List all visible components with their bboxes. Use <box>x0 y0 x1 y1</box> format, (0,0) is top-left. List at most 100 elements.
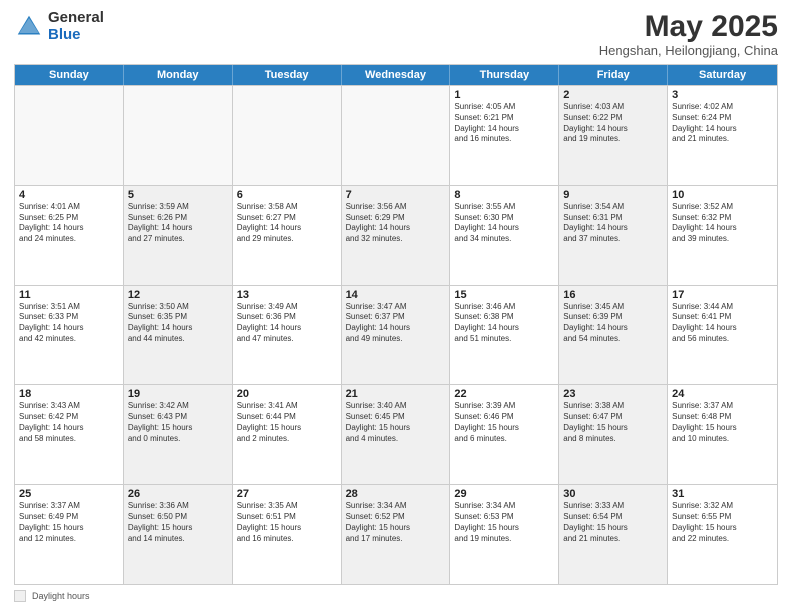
header-day-monday: Monday <box>124 65 233 85</box>
calendar-cell-day-28: 28Sunrise: 3:34 AM Sunset: 6:52 PM Dayli… <box>342 485 451 584</box>
calendar-cell-day-7: 7Sunrise: 3:56 AM Sunset: 6:29 PM Daylig… <box>342 186 451 285</box>
day-number: 28 <box>346 488 446 500</box>
day-number: 3 <box>672 89 773 101</box>
cell-text: Sunrise: 4:05 AM Sunset: 6:21 PM Dayligh… <box>454 102 554 145</box>
calendar-row-3: 18Sunrise: 3:43 AM Sunset: 6:42 PM Dayli… <box>15 384 777 484</box>
cell-text: Sunrise: 3:36 AM Sunset: 6:50 PM Dayligh… <box>128 501 228 544</box>
day-number: 15 <box>454 289 554 301</box>
calendar-cell-day-1: 1Sunrise: 4:05 AM Sunset: 6:21 PM Daylig… <box>450 86 559 185</box>
calendar-cell-day-18: 18Sunrise: 3:43 AM Sunset: 6:42 PM Dayli… <box>15 385 124 484</box>
header-day-saturday: Saturday <box>668 65 777 85</box>
day-number: 13 <box>237 289 337 301</box>
daylight-box <box>14 590 26 602</box>
calendar-cell-empty <box>342 86 451 185</box>
day-number: 5 <box>128 189 228 201</box>
cell-text: Sunrise: 3:32 AM Sunset: 6:55 PM Dayligh… <box>672 501 773 544</box>
day-number: 8 <box>454 189 554 201</box>
calendar-cell-day-23: 23Sunrise: 3:38 AM Sunset: 6:47 PM Dayli… <box>559 385 668 484</box>
header-day-tuesday: Tuesday <box>233 65 342 85</box>
cell-text: Sunrise: 3:35 AM Sunset: 6:51 PM Dayligh… <box>237 501 337 544</box>
cell-text: Sunrise: 3:33 AM Sunset: 6:54 PM Dayligh… <box>563 501 663 544</box>
calendar-cell-day-26: 26Sunrise: 3:36 AM Sunset: 6:50 PM Dayli… <box>124 485 233 584</box>
cell-text: Sunrise: 3:58 AM Sunset: 6:27 PM Dayligh… <box>237 202 337 245</box>
cell-text: Sunrise: 3:34 AM Sunset: 6:53 PM Dayligh… <box>454 501 554 544</box>
cell-text: Sunrise: 3:37 AM Sunset: 6:49 PM Dayligh… <box>19 501 119 544</box>
day-number: 17 <box>672 289 773 301</box>
calendar-cell-empty <box>124 86 233 185</box>
cell-text: Sunrise: 3:56 AM Sunset: 6:29 PM Dayligh… <box>346 202 446 245</box>
footer: Daylight hours <box>14 590 778 602</box>
logo-blue: Blue <box>48 27 104 44</box>
calendar-cell-day-6: 6Sunrise: 3:58 AM Sunset: 6:27 PM Daylig… <box>233 186 342 285</box>
day-number: 20 <box>237 388 337 400</box>
day-number: 6 <box>237 189 337 201</box>
calendar-cell-day-25: 25Sunrise: 3:37 AM Sunset: 6:49 PM Dayli… <box>15 485 124 584</box>
day-number: 12 <box>128 289 228 301</box>
cell-text: Sunrise: 3:47 AM Sunset: 6:37 PM Dayligh… <box>346 302 446 345</box>
header-day-thursday: Thursday <box>450 65 559 85</box>
logo: General Blue <box>14 10 104 43</box>
cell-text: Sunrise: 3:43 AM Sunset: 6:42 PM Dayligh… <box>19 401 119 444</box>
calendar-body: 1Sunrise: 4:05 AM Sunset: 6:21 PM Daylig… <box>15 85 777 584</box>
cell-text: Sunrise: 3:54 AM Sunset: 6:31 PM Dayligh… <box>563 202 663 245</box>
calendar-cell-day-2: 2Sunrise: 4:03 AM Sunset: 6:22 PM Daylig… <box>559 86 668 185</box>
calendar-cell-day-20: 20Sunrise: 3:41 AM Sunset: 6:44 PM Dayli… <box>233 385 342 484</box>
calendar-cell-day-19: 19Sunrise: 3:42 AM Sunset: 6:43 PM Dayli… <box>124 385 233 484</box>
calendar-row-0: 1Sunrise: 4:05 AM Sunset: 6:21 PM Daylig… <box>15 85 777 185</box>
day-number: 24 <box>672 388 773 400</box>
day-number: 30 <box>563 488 663 500</box>
header-day-wednesday: Wednesday <box>342 65 451 85</box>
day-number: 19 <box>128 388 228 400</box>
calendar-cell-day-12: 12Sunrise: 3:50 AM Sunset: 6:35 PM Dayli… <box>124 286 233 385</box>
calendar-row-4: 25Sunrise: 3:37 AM Sunset: 6:49 PM Dayli… <box>15 484 777 584</box>
cell-text: Sunrise: 4:02 AM Sunset: 6:24 PM Dayligh… <box>672 102 773 145</box>
calendar-header: SundayMondayTuesdayWednesdayThursdayFrid… <box>15 65 777 85</box>
header-day-friday: Friday <box>559 65 668 85</box>
calendar-row-2: 11Sunrise: 3:51 AM Sunset: 6:33 PM Dayli… <box>15 285 777 385</box>
day-number: 7 <box>346 189 446 201</box>
header-day-sunday: Sunday <box>15 65 124 85</box>
cell-text: Sunrise: 3:46 AM Sunset: 6:38 PM Dayligh… <box>454 302 554 345</box>
calendar-cell-day-21: 21Sunrise: 3:40 AM Sunset: 6:45 PM Dayli… <box>342 385 451 484</box>
calendar-cell-empty <box>15 86 124 185</box>
calendar-cell-day-11: 11Sunrise: 3:51 AM Sunset: 6:33 PM Dayli… <box>15 286 124 385</box>
calendar-cell-day-29: 29Sunrise: 3:34 AM Sunset: 6:53 PM Dayli… <box>450 485 559 584</box>
day-number: 16 <box>563 289 663 301</box>
title-block: May 2025 Hengshan, Heilongjiang, China <box>599 10 778 58</box>
cell-text: Sunrise: 3:59 AM Sunset: 6:26 PM Dayligh… <box>128 202 228 245</box>
cell-text: Sunrise: 3:40 AM Sunset: 6:45 PM Dayligh… <box>346 401 446 444</box>
daylight-label: Daylight hours <box>32 591 90 601</box>
cell-text: Sunrise: 3:50 AM Sunset: 6:35 PM Dayligh… <box>128 302 228 345</box>
calendar-cell-day-10: 10Sunrise: 3:52 AM Sunset: 6:32 PM Dayli… <box>668 186 777 285</box>
cell-text: Sunrise: 4:03 AM Sunset: 6:22 PM Dayligh… <box>563 102 663 145</box>
calendar-cell-empty <box>233 86 342 185</box>
cell-text: Sunrise: 4:01 AM Sunset: 6:25 PM Dayligh… <box>19 202 119 245</box>
cell-text: Sunrise: 3:51 AM Sunset: 6:33 PM Dayligh… <box>19 302 119 345</box>
day-number: 22 <box>454 388 554 400</box>
day-number: 25 <box>19 488 119 500</box>
calendar-cell-day-4: 4Sunrise: 4:01 AM Sunset: 6:25 PM Daylig… <box>15 186 124 285</box>
calendar-cell-day-31: 31Sunrise: 3:32 AM Sunset: 6:55 PM Dayli… <box>668 485 777 584</box>
day-number: 10 <box>672 189 773 201</box>
cell-text: Sunrise: 3:37 AM Sunset: 6:48 PM Dayligh… <box>672 401 773 444</box>
cell-text: Sunrise: 3:55 AM Sunset: 6:30 PM Dayligh… <box>454 202 554 245</box>
calendar-cell-day-8: 8Sunrise: 3:55 AM Sunset: 6:30 PM Daylig… <box>450 186 559 285</box>
day-number: 2 <box>563 89 663 101</box>
day-number: 1 <box>454 89 554 101</box>
logo-text: General Blue <box>48 10 104 43</box>
calendar-row-1: 4Sunrise: 4:01 AM Sunset: 6:25 PM Daylig… <box>15 185 777 285</box>
calendar-cell-day-14: 14Sunrise: 3:47 AM Sunset: 6:37 PM Dayli… <box>342 286 451 385</box>
calendar-cell-day-16: 16Sunrise: 3:45 AM Sunset: 6:39 PM Dayli… <box>559 286 668 385</box>
day-number: 27 <box>237 488 337 500</box>
day-number: 4 <box>19 189 119 201</box>
calendar-cell-day-13: 13Sunrise: 3:49 AM Sunset: 6:36 PM Dayli… <box>233 286 342 385</box>
month-title: May 2025 <box>599 10 778 43</box>
location: Hengshan, Heilongjiang, China <box>599 43 778 58</box>
calendar-cell-day-15: 15Sunrise: 3:46 AM Sunset: 6:38 PM Dayli… <box>450 286 559 385</box>
day-number: 14 <box>346 289 446 301</box>
day-number: 23 <box>563 388 663 400</box>
calendar: SundayMondayTuesdayWednesdayThursdayFrid… <box>14 64 778 585</box>
calendar-cell-day-17: 17Sunrise: 3:44 AM Sunset: 6:41 PM Dayli… <box>668 286 777 385</box>
cell-text: Sunrise: 3:41 AM Sunset: 6:44 PM Dayligh… <box>237 401 337 444</box>
calendar-cell-day-30: 30Sunrise: 3:33 AM Sunset: 6:54 PM Dayli… <box>559 485 668 584</box>
